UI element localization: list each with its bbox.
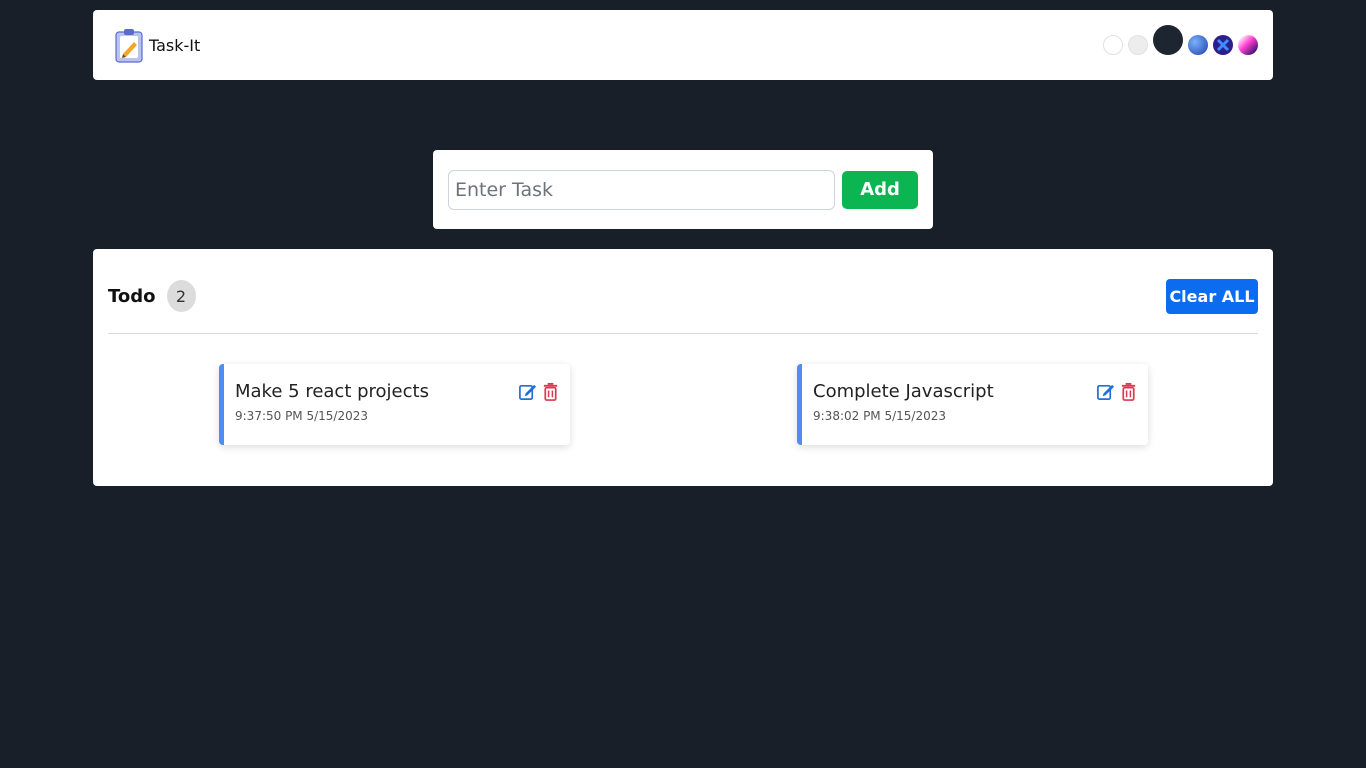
- clipboard-pencil-icon: [115, 29, 143, 63]
- brand[interactable]: Task-It: [113, 27, 200, 63]
- task-time: 9:38:02 PM 5/15/2023: [813, 409, 947, 423]
- task-input[interactable]: [448, 169, 836, 210]
- cross-icon: [1216, 38, 1230, 52]
- task-name: Make 5 react projects: [235, 381, 429, 402]
- todo-count-badge: 2: [166, 280, 196, 312]
- theme-blue-button[interactable]: [1188, 35, 1208, 55]
- task-card: Make 5 react projects 9:37:50 PM 5/15/20…: [219, 364, 570, 445]
- task-name: Complete Javascript: [813, 381, 994, 402]
- theme-cross-button[interactable]: [1213, 35, 1233, 55]
- edit-icon[interactable]: [1096, 382, 1115, 401]
- todo-title-group: Todo 2: [108, 280, 196, 312]
- theme-light-button[interactable]: [1103, 35, 1123, 55]
- add-button[interactable]: Add: [842, 170, 918, 209]
- todo-header: Todo 2 Clear ALL: [108, 249, 1258, 334]
- clear-all-button[interactable]: Clear ALL: [1166, 278, 1258, 314]
- trash-icon[interactable]: [541, 382, 560, 401]
- task-actions: [1096, 382, 1138, 401]
- trash-icon[interactable]: [1119, 382, 1138, 401]
- task-card: Complete Javascript 9:38:02 PM 5/15/2023: [797, 364, 1148, 445]
- app-header: Task-It: [93, 10, 1273, 80]
- todo-panel: Todo 2 Clear ALL Make 5 react projects 9…: [93, 249, 1273, 486]
- task-list: Make 5 react projects 9:37:50 PM 5/15/20…: [108, 334, 1258, 484]
- edit-icon[interactable]: [518, 382, 537, 401]
- add-task-form: Add: [433, 150, 933, 229]
- task-actions: [518, 382, 560, 401]
- theme-pink-button[interactable]: [1238, 35, 1258, 55]
- theme-switcher: [1103, 25, 1258, 55]
- theme-dark-button[interactable]: [1153, 25, 1183, 55]
- theme-gray-button[interactable]: [1128, 35, 1148, 55]
- todo-title: Todo: [108, 285, 156, 307]
- task-time: 9:37:50 PM 5/15/2023: [235, 409, 369, 423]
- app-title: Task-It: [149, 35, 201, 55]
